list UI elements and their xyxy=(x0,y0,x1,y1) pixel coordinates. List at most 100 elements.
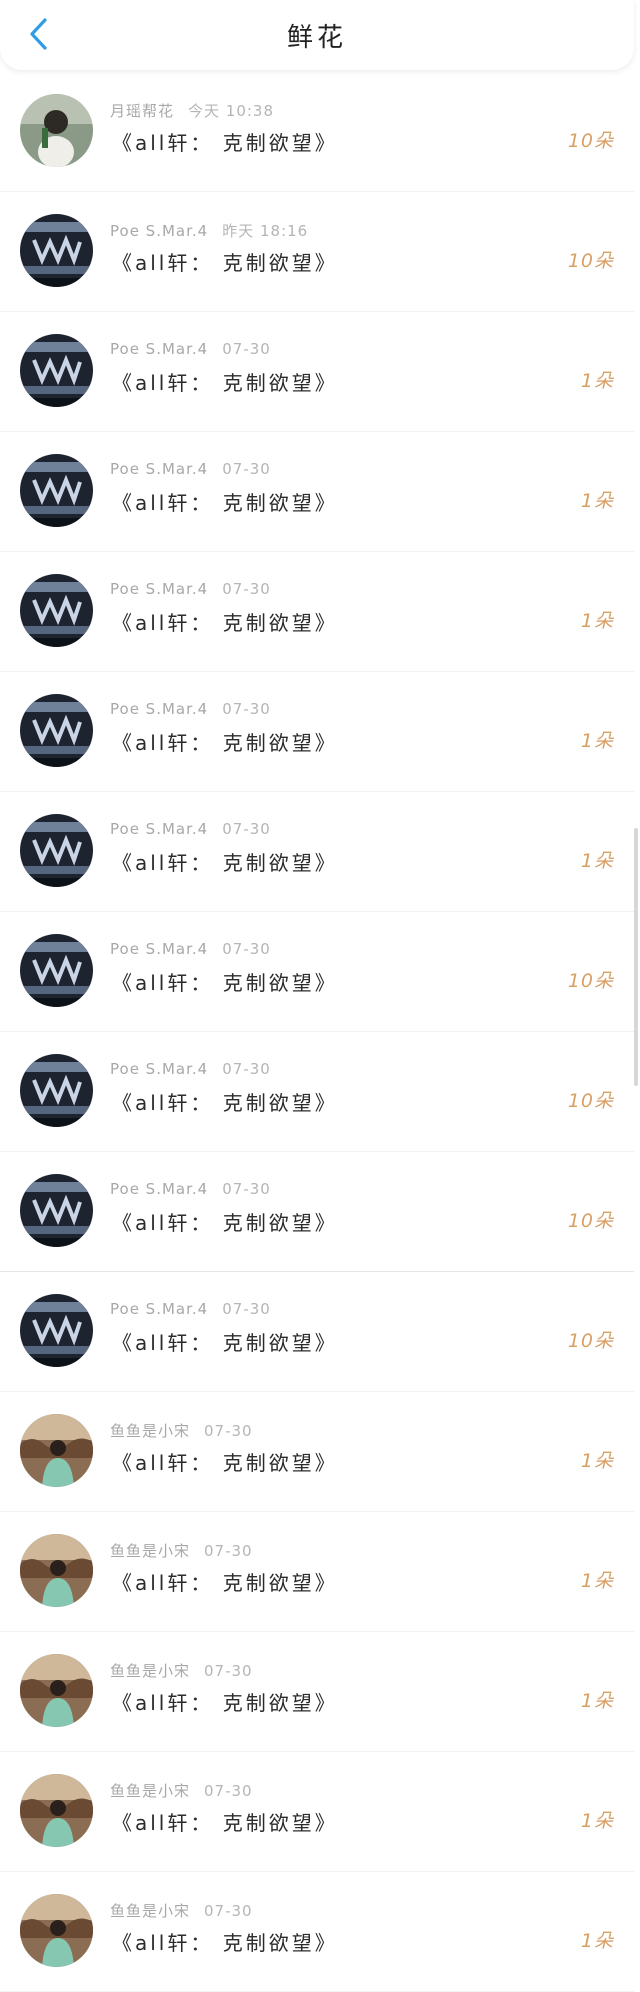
list-item[interactable]: Poe S.Mar.4 07-30 《all轩： 克制欲望》 10朵 xyxy=(0,1152,634,1272)
avatar[interactable] xyxy=(20,334,93,407)
flower-count: 10朵 xyxy=(567,250,614,272)
book-title[interactable]: 《all轩： 克制欲望》 xyxy=(112,127,338,156)
avatar[interactable] xyxy=(20,1414,93,1487)
username[interactable]: Poe S.Mar.4 xyxy=(110,820,208,838)
book-title[interactable]: 《all轩： 克制欲望》 xyxy=(112,487,338,516)
avatar[interactable] xyxy=(20,1174,93,1247)
avatar[interactable] xyxy=(20,574,93,647)
timestamp: 07-30 xyxy=(222,460,271,478)
username[interactable]: Poe S.Mar.4 xyxy=(110,222,208,240)
flower-count: 1朵 xyxy=(580,1810,614,1832)
username[interactable]: Poe S.Mar.4 xyxy=(110,460,208,478)
list-item[interactable]: Poe S.Mar.4 07-30 《all轩： 克制欲望》 1朵 xyxy=(0,432,634,552)
avatar[interactable] xyxy=(20,1534,93,1607)
timestamp: 07-30 xyxy=(222,580,271,598)
list-item[interactable]: 鱼鱼是小宋 07-30 《all轩： 克制欲望》 1朵 xyxy=(0,1632,634,1752)
book-title[interactable]: 《all轩： 克制欲望》 xyxy=(112,1207,338,1236)
username[interactable]: Poe S.Mar.4 xyxy=(110,1300,208,1318)
book-title[interactable]: 《all轩： 克制欲望》 xyxy=(112,607,338,636)
flower-gift-list: 月瑶帮花 今天 10:38 《all轩： 克制欲望》 10朵 Poe S.Mar.4 昨天… xyxy=(0,72,634,1992)
book-title[interactable]: 《all轩： 克制欲望》 xyxy=(112,847,338,876)
username[interactable]: Poe S.Mar.4 xyxy=(110,940,208,958)
book-title[interactable]: 《all轩： 克制欲望》 xyxy=(112,727,338,756)
book-title[interactable]: 《all轩： 克制欲望》 xyxy=(112,967,338,996)
avatar[interactable] xyxy=(20,694,93,767)
avatar[interactable] xyxy=(20,1774,93,1847)
flower-count: 1朵 xyxy=(580,850,614,872)
username[interactable]: 鱼鱼是小宋 xyxy=(110,1902,190,1920)
username[interactable]: 鱼鱼是小宋 xyxy=(110,1422,190,1440)
book-title[interactable]: 《all轩： 克制欲望》 xyxy=(112,1447,338,1476)
timestamp: 今天 10:38 xyxy=(188,102,275,120)
book-title[interactable]: 《all轩： 克制欲望》 xyxy=(112,1327,338,1356)
list-item[interactable]: 鱼鱼是小宋 07-30 《all轩： 克制欲望》 1朵 xyxy=(0,1752,634,1872)
username[interactable]: Poe S.Mar.4 xyxy=(110,340,208,358)
username[interactable]: Poe S.Mar.4 xyxy=(110,1060,208,1078)
timestamp: 07-30 xyxy=(222,700,271,718)
list-item[interactable]: Poe S.Mar.4 07-30 《all轩： 克制欲望》 1朵 xyxy=(0,552,634,672)
list-item[interactable]: Poe S.Mar.4 07-30 《all轩： 克制欲望》 1朵 xyxy=(0,312,634,432)
username[interactable]: 鱼鱼是小宋 xyxy=(110,1662,190,1680)
book-title[interactable]: 《all轩： 克制欲望》 xyxy=(112,1687,338,1716)
list-item[interactable]: Poe S.Mar.4 昨天 18:16 《all轩： 克制欲望》 10朵 xyxy=(0,192,634,312)
timestamp: 07-30 xyxy=(222,820,271,838)
row-meta: Poe S.Mar.4 07-30 xyxy=(110,1300,271,1318)
row-meta: 鱼鱼是小宋 07-30 xyxy=(110,1420,253,1441)
flower-count: 1朵 xyxy=(580,1450,614,1472)
book-title[interactable]: 《all轩： 克制欲望》 xyxy=(112,367,338,396)
list-item[interactable]: Poe S.Mar.4 07-30 《all轩： 克制欲望》 1朵 xyxy=(0,672,634,792)
avatar[interactable] xyxy=(20,1054,93,1127)
username[interactable]: 月瑶帮花 xyxy=(110,102,174,120)
timestamp: 07-30 xyxy=(204,1662,253,1680)
flower-count: 1朵 xyxy=(580,730,614,752)
row-meta: Poe S.Mar.4 07-30 xyxy=(110,1180,271,1198)
timestamp: 07-30 xyxy=(222,940,271,958)
book-title[interactable]: 《all轩： 克制欲望》 xyxy=(112,1927,338,1956)
book-title[interactable]: 《all轩： 克制欲望》 xyxy=(112,247,338,276)
avatar[interactable] xyxy=(20,814,93,887)
avatar[interactable] xyxy=(20,1294,93,1367)
username[interactable]: 鱼鱼是小宋 xyxy=(110,1542,190,1560)
row-meta: 鱼鱼是小宋 07-30 xyxy=(110,1540,253,1561)
username[interactable]: 鱼鱼是小宋 xyxy=(110,1782,190,1800)
flower-count: 1朵 xyxy=(580,370,614,392)
avatar[interactable] xyxy=(20,454,93,527)
avatar[interactable] xyxy=(20,934,93,1007)
flower-count: 1朵 xyxy=(580,1570,614,1592)
row-meta: 鱼鱼是小宋 07-30 xyxy=(110,1780,253,1801)
list-item[interactable]: Poe S.Mar.4 07-30 《all轩： 克制欲望》 10朵 xyxy=(0,1032,634,1152)
flower-count: 10朵 xyxy=(567,130,614,152)
avatar[interactable] xyxy=(20,1654,93,1727)
username[interactable]: Poe S.Mar.4 xyxy=(110,1180,208,1198)
book-title[interactable]: 《all轩： 克制欲望》 xyxy=(112,1567,338,1596)
list-item[interactable]: Poe S.Mar.4 07-30 《all轩： 克制欲望》 10朵 xyxy=(0,912,634,1032)
username[interactable]: Poe S.Mar.4 xyxy=(110,700,208,718)
timestamp: 07-30 xyxy=(222,340,271,358)
list-item[interactable]: 月瑶帮花 今天 10:38 《all轩： 克制欲望》 10朵 xyxy=(0,72,634,192)
avatar[interactable] xyxy=(20,94,93,167)
username[interactable]: Poe S.Mar.4 xyxy=(110,580,208,598)
scrollbar[interactable] xyxy=(634,828,638,1086)
list-item[interactable]: 鱼鱼是小宋 07-30 《all轩： 克制欲望》 1朵 xyxy=(0,1872,634,1992)
avatar[interactable] xyxy=(20,214,93,287)
timestamp: 07-30 xyxy=(222,1300,271,1318)
avatar[interactable] xyxy=(20,1894,93,1967)
row-meta: Poe S.Mar.4 07-30 xyxy=(110,580,271,598)
book-title[interactable]: 《all轩： 克制欲望》 xyxy=(112,1807,338,1836)
list-item[interactable]: Poe S.Mar.4 07-30 《all轩： 克制欲望》 1朵 xyxy=(0,792,634,912)
row-meta: 鱼鱼是小宋 07-30 xyxy=(110,1660,253,1681)
list-item[interactable]: 鱼鱼是小宋 07-30 《all轩： 克制欲望》 1朵 xyxy=(0,1392,634,1512)
list-item[interactable]: 鱼鱼是小宋 07-30 《all轩： 克制欲望》 1朵 xyxy=(0,1512,634,1632)
timestamp: 07-30 xyxy=(204,1902,253,1920)
row-meta: Poe S.Mar.4 07-30 xyxy=(110,940,271,958)
flower-count: 10朵 xyxy=(567,970,614,992)
list-item[interactable]: Poe S.Mar.4 07-30 《all轩： 克制欲望》 10朵 xyxy=(0,1272,634,1392)
flower-count: 1朵 xyxy=(580,1930,614,1952)
flower-count: 10朵 xyxy=(567,1330,614,1352)
flower-count: 1朵 xyxy=(580,490,614,512)
timestamp: 07-30 xyxy=(204,1542,253,1560)
row-meta: Poe S.Mar.4 07-30 xyxy=(110,1060,271,1078)
timestamp: 07-30 xyxy=(204,1782,253,1800)
book-title[interactable]: 《all轩： 克制欲望》 xyxy=(112,1087,338,1116)
page-title: 鲜花 xyxy=(286,23,347,53)
